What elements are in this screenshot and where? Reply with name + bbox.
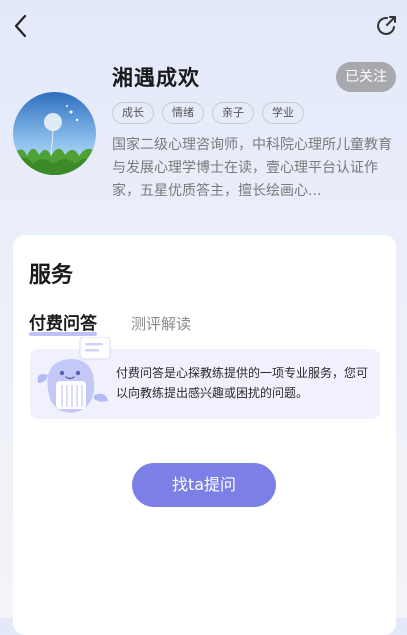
avatar[interactable]	[13, 92, 96, 175]
tag-item[interactable]: 成长	[112, 102, 154, 124]
tag-list: 成长 情绪 亲子 学业	[112, 102, 304, 124]
chevron-left-icon	[14, 14, 27, 38]
ask-question-button[interactable]: 找ta提问	[132, 463, 276, 507]
tag-item[interactable]: 亲子	[212, 102, 254, 124]
profile-bio[interactable]: 国家二级心理咨询师，中科院心理所儿童教育与发展心理学博士在读，壹心理平台认证作家…	[112, 134, 392, 203]
whale-mascot-icon	[37, 337, 111, 413]
service-description: 付费问答是心探教练提供的一项专业服务，您可以向教练提出感兴趣或困扰的问题。	[116, 366, 369, 400]
tag-item[interactable]: 情绪	[162, 102, 204, 124]
share-icon	[377, 16, 396, 35]
service-info-box: 付费问答是心探教练提供的一项专业服务，您可以向教练提出感兴趣或困扰的问题。	[30, 337, 380, 419]
back-button[interactable]	[10, 12, 34, 40]
profile-name: 湘遇成欢	[112, 66, 200, 90]
service-tabs: 付费问答 测评解读	[29, 309, 191, 336]
follow-button[interactable]: 已关注	[336, 62, 396, 92]
services-title: 服务	[29, 263, 74, 288]
tag-item[interactable]: 学业	[262, 102, 304, 124]
services-card: 服务 付费问答 测评解读 付费问答是心探教练提供的一项专业服务，您可以向教练提出…	[13, 235, 396, 635]
tab-paid-qa[interactable]: 付费问答	[29, 309, 97, 336]
top-bar	[0, 0, 407, 52]
share-button[interactable]	[375, 14, 399, 38]
tab-assessment[interactable]: 测评解读	[131, 313, 191, 334]
